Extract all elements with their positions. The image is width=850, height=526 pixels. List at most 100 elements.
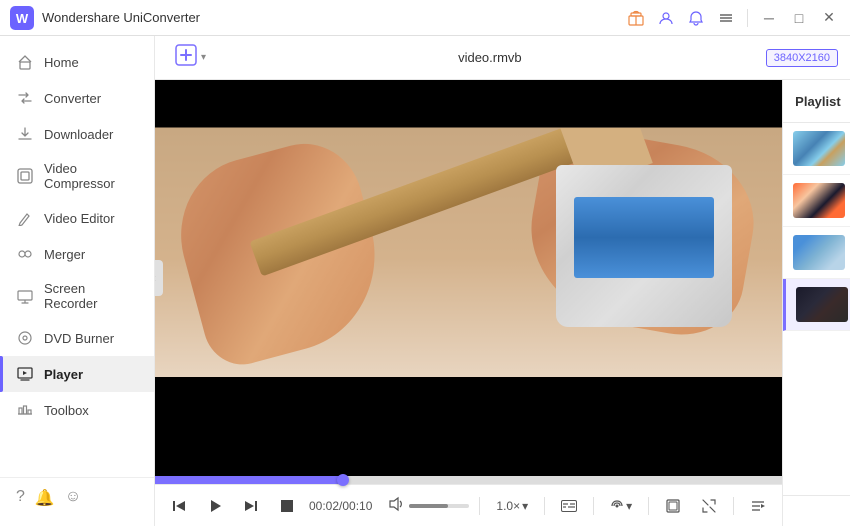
- playlist-thumb-2: [793, 183, 845, 218]
- playlist-toggle-button[interactable]: [744, 492, 772, 520]
- sidebar-item-home[interactable]: Home: [0, 44, 154, 80]
- sidebar-item-video-editor[interactable]: Video Editor: [0, 200, 154, 236]
- playlist-item[interactable]: 181015_13_Venic... 00:31: [783, 175, 850, 227]
- sidebar-item-dvd-burner[interactable]: DVD Burner: [0, 320, 154, 356]
- feedback-icon[interactable]: ☺: [65, 488, 81, 508]
- minimize-button[interactable]: ─: [758, 7, 780, 29]
- screen-recorder-icon: [16, 287, 34, 305]
- toothpaste-label: [574, 197, 715, 278]
- titlebar-actions: ─ □ ✕: [625, 7, 840, 29]
- playback-speed-dropdown[interactable]: 1.0× ▾: [490, 496, 534, 516]
- maximize-button[interactable]: □: [788, 7, 810, 29]
- close-button[interactable]: ✕: [818, 7, 840, 29]
- titlebar: W Wondershare UniConverter ─ □ ✕: [0, 0, 850, 36]
- merger-icon: [16, 245, 34, 263]
- video-scene: [155, 80, 782, 476]
- notification-icon[interactable]: [685, 7, 707, 29]
- downloader-icon: [16, 125, 34, 143]
- sidebar-label-compressor: Video Compressor: [44, 161, 138, 191]
- app-title: Wondershare UniConverter: [42, 10, 625, 25]
- playlist-thumb-1: [793, 131, 845, 166]
- sidebar-item-downloader[interactable]: Downloader: [0, 116, 154, 152]
- volume-fill: [409, 504, 448, 508]
- sidebar-item-converter[interactable]: Converter: [0, 80, 154, 116]
- gift-icon[interactable]: [625, 7, 647, 29]
- editor-icon: [16, 209, 34, 227]
- sidebar-label-downloader: Downloader: [44, 127, 113, 142]
- playback-time: 00:02/00:10: [309, 499, 372, 513]
- speed-label: 1.0×: [496, 499, 520, 513]
- fit-window-button[interactable]: [659, 492, 687, 520]
- sidebar-label-merger: Merger: [44, 247, 85, 262]
- volume-control: [388, 496, 469, 515]
- sidebar-item-merger[interactable]: Merger: [0, 236, 154, 272]
- total-time: 00:10: [342, 499, 372, 513]
- playlist-thumb-3: [793, 235, 845, 270]
- volume-icon[interactable]: [388, 496, 404, 515]
- menu-icon[interactable]: [715, 7, 737, 29]
- notifications-icon[interactable]: 🔔: [35, 488, 55, 508]
- svg-text:W: W: [16, 11, 29, 26]
- playlist-item[interactable]: 06_1596083776.d... 00:21: [783, 123, 850, 175]
- sidebar: Home Converter Downloader Video Compress…: [0, 36, 155, 526]
- progress-bar[interactable]: [155, 476, 782, 484]
- progress-thumb: [337, 474, 349, 486]
- converter-icon: [16, 89, 34, 107]
- stop-button[interactable]: [273, 492, 301, 520]
- help-icon[interactable]: ?: [16, 488, 25, 508]
- player-icon: [16, 365, 34, 383]
- player-container: ‹: [155, 80, 850, 526]
- sidebar-label-player: Player: [44, 367, 83, 382]
- playlist-title: Playlist: [795, 94, 841, 109]
- playlist-panel: Playlist 06_159: [782, 80, 850, 526]
- prev-frame-button[interactable]: [165, 492, 193, 520]
- add-file-icon: [175, 44, 197, 72]
- captions-button[interactable]: [555, 492, 583, 520]
- audio-dropdown-arrow: ▾: [626, 499, 632, 513]
- toothpaste-tube: [556, 165, 732, 327]
- add-file-button[interactable]: ▾: [167, 40, 214, 76]
- sidebar-bottom: ? 🔔 ☺: [0, 477, 154, 518]
- sidebar-label-dvd-burner: DVD Burner: [44, 331, 114, 346]
- playlist-thumb-4: [796, 287, 848, 322]
- controls-bar: 00:02/00:10 1.: [155, 484, 782, 526]
- app-logo: W: [10, 6, 34, 30]
- player-toolbar: ▾ video.rmvb 3840X2160: [155, 36, 850, 80]
- content-area: ▾ video.rmvb 3840X2160: [155, 36, 850, 526]
- play-button[interactable]: [201, 492, 229, 520]
- sidebar-label-editor: Video Editor: [44, 211, 115, 226]
- sidebar-label-converter: Converter: [44, 91, 101, 106]
- video-display[interactable]: ‹: [155, 80, 782, 476]
- user-icon[interactable]: [655, 7, 677, 29]
- playlist-header: Playlist: [783, 80, 850, 123]
- sidebar-item-video-compressor[interactable]: Video Compressor: [0, 152, 154, 200]
- sidebar-item-screen-recorder[interactable]: Screen Recorder: [0, 272, 154, 320]
- next-frame-button[interactable]: [237, 492, 265, 520]
- sidebar-item-toolbox[interactable]: Toolbox: [0, 392, 154, 428]
- volume-slider[interactable]: [409, 504, 469, 508]
- progress-fill: [155, 476, 343, 484]
- playlist-item[interactable]: video.ogv 00:16: [783, 227, 850, 279]
- video-wrapper: ‹: [155, 80, 782, 526]
- playlist-item-active[interactable]: video.rmvb 00:10: [783, 279, 850, 331]
- sidebar-label-home: Home: [44, 55, 79, 70]
- playlist-items: 06_1596083776.d... 00:21 181015_13_Venic…: [783, 123, 850, 495]
- main-layout: Home Converter Downloader Video Compress…: [0, 36, 850, 526]
- current-filename: video.rmvb: [214, 50, 766, 65]
- audio-track-dropdown[interactable]: ▾: [604, 496, 638, 516]
- fullscreen-button[interactable]: [695, 492, 723, 520]
- current-time: 00:02: [309, 499, 339, 513]
- add-dropdown-arrow[interactable]: ▾: [201, 52, 206, 63]
- speed-dropdown-arrow: ▾: [522, 499, 528, 513]
- compressor-icon: [16, 167, 34, 185]
- playlist-collapse-toggle[interactable]: ‹: [155, 260, 163, 296]
- playlist-footer: 4 item(s): [783, 495, 850, 526]
- toolbox-icon: [16, 401, 34, 419]
- dvd-burner-icon: [16, 329, 34, 347]
- video-scene-inner: [155, 128, 782, 377]
- video-resolution: 3840X2160: [766, 49, 838, 67]
- sidebar-label-toolbox: Toolbox: [44, 403, 89, 418]
- home-icon: [16, 53, 34, 71]
- sidebar-label-screen-recorder: Screen Recorder: [44, 281, 138, 311]
- sidebar-item-player[interactable]: Player: [0, 356, 154, 392]
